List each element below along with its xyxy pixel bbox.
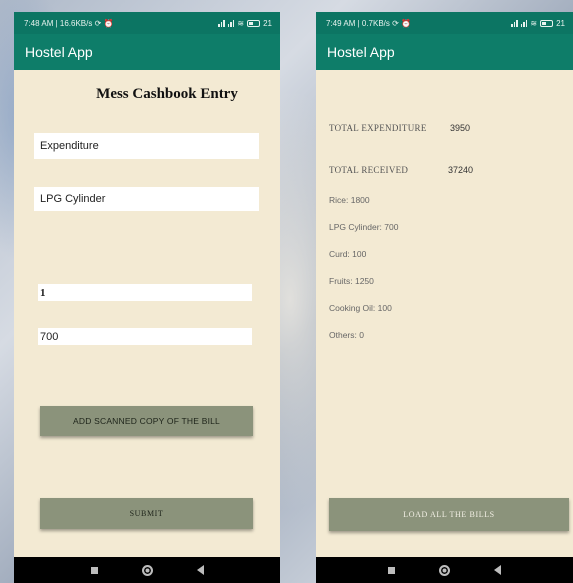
wifi-icon: ≋ bbox=[530, 18, 538, 28]
alarm-icon: ⏰ bbox=[401, 18, 412, 28]
amount-value: 700 bbox=[40, 330, 59, 343]
list-item: Curd: 100 bbox=[329, 249, 367, 259]
sync-icon: ⟳ bbox=[94, 18, 102, 28]
back-icon[interactable] bbox=[494, 565, 501, 575]
phone-screen-entry: 7:48 AM | 16.6KB/s ⟳ ⏰ ≋ 21 Hostel App M… bbox=[14, 12, 280, 583]
recents-icon[interactable] bbox=[90, 566, 98, 574]
sync-icon: ⟳ bbox=[392, 18, 399, 28]
quantity-input[interactable]: 1 bbox=[38, 284, 252, 301]
back-icon[interactable] bbox=[196, 565, 204, 575]
total-expenditure-label: TOTAL EXPENDITURE bbox=[329, 123, 427, 133]
submit-button[interactable]: SUBMIT bbox=[40, 498, 253, 529]
total-received-value: 37240 bbox=[448, 165, 474, 175]
wifi-icon: ≋ bbox=[237, 18, 245, 28]
status-time: 7:48 AM | 16.6KB/s ⟳ ⏰ bbox=[24, 19, 113, 28]
nav-bar bbox=[14, 557, 280, 583]
nav-bar bbox=[316, 557, 573, 583]
status-bar: 7:48 AM | 16.6KB/s ⟳ ⏰ ≋ 21 bbox=[14, 12, 280, 34]
signal-icon bbox=[218, 19, 225, 27]
item-select[interactable]: LPG Cylinder bbox=[34, 187, 259, 211]
list-item: LPG Cylinder: 700 bbox=[329, 222, 399, 232]
list-item: Rice: 1800 bbox=[329, 195, 370, 205]
phone-screen-summary: 7:49 AM | 0.7KB/s ⟳ ⏰ ≋ 21 Hostel App TO… bbox=[316, 12, 573, 583]
amount-input[interactable]: 700 bbox=[38, 328, 252, 345]
signal-icon bbox=[520, 19, 528, 27]
entry-type-select[interactable]: Expenditure bbox=[34, 133, 259, 159]
battery-level: 21 bbox=[263, 18, 272, 28]
home-icon[interactable] bbox=[439, 564, 450, 576]
load-all-bills-button[interactable]: LOAD ALL THE BILLS bbox=[329, 498, 569, 531]
add-scanned-bill-button[interactable]: ADD SCANNED COPY OF THE BILL bbox=[40, 406, 253, 436]
load-all-bills-label: LOAD ALL THE BILLS bbox=[403, 510, 495, 519]
app-title: Hostel App bbox=[25, 44, 93, 60]
alarm-icon: ⏰ bbox=[103, 18, 114, 28]
recents-icon[interactable] bbox=[388, 566, 395, 574]
app-bar: Hostel App bbox=[14, 34, 280, 70]
item-value: LPG Cylinder bbox=[40, 193, 106, 205]
add-scanned-bill-label: ADD SCANNED COPY OF THE BILL bbox=[73, 416, 220, 426]
list-item: Cooking Oil: 100 bbox=[329, 303, 392, 313]
status-bar: 7:49 AM | 0.7KB/s ⟳ ⏰ ≋ 21 bbox=[316, 12, 573, 34]
total-expenditure-value: 3950 bbox=[450, 123, 471, 133]
status-time-text: 7:48 AM | 16.6KB/s bbox=[24, 18, 93, 28]
status-time: 7:49 AM | 0.7KB/s ⟳ ⏰ bbox=[326, 19, 411, 28]
total-received-label: TOTAL RECEIVED bbox=[329, 165, 409, 175]
app-bar: Hostel App bbox=[316, 34, 573, 70]
battery-icon bbox=[247, 19, 261, 27]
quantity-value: 1 bbox=[40, 286, 46, 299]
signal-icon bbox=[227, 19, 235, 27]
list-item: Fruits: 1250 bbox=[329, 276, 374, 286]
signal-icon bbox=[511, 19, 518, 27]
app-title: Hostel App bbox=[327, 44, 395, 60]
battery-icon bbox=[540, 19, 554, 27]
entry-type-value: Expenditure bbox=[40, 140, 99, 152]
status-time-text: 7:49 AM | 0.7KB/s bbox=[326, 18, 390, 28]
home-icon[interactable] bbox=[141, 564, 153, 576]
expense-breakdown-list: Rice: 1800 LPG Cylinder: 700 Curd: 100 F… bbox=[329, 195, 398, 357]
submit-label: SUBMIT bbox=[129, 509, 164, 518]
list-item: Others: 0 bbox=[329, 330, 364, 340]
battery-level: 21 bbox=[556, 18, 565, 28]
form-title: Mess Cashbook Entry bbox=[96, 86, 238, 102]
